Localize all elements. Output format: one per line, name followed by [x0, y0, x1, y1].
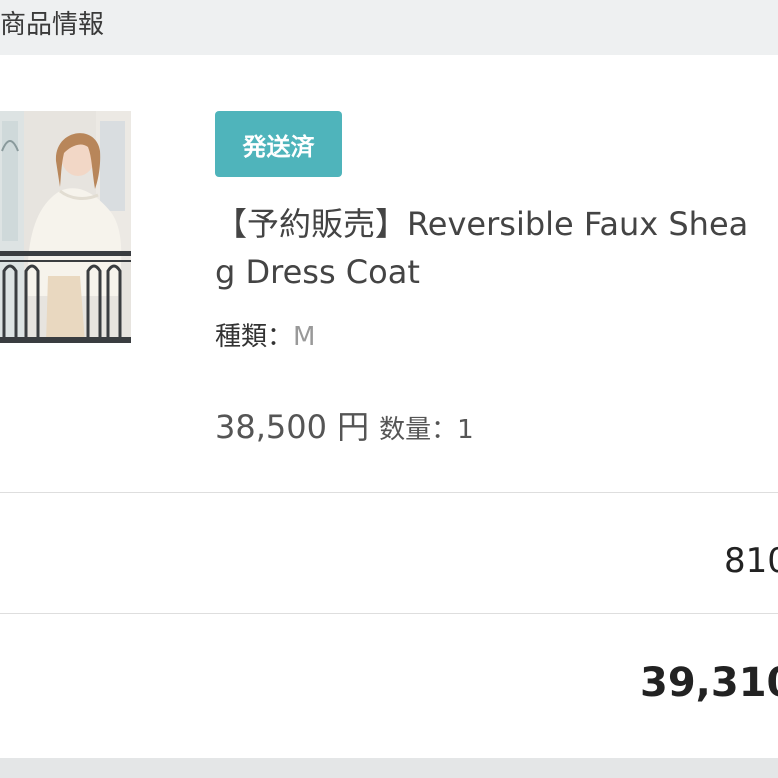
item-price: 38,500 円 [215, 408, 370, 446]
variant-label: 種類： [215, 322, 294, 352]
shipping-fee-value: 810 [724, 541, 778, 581]
bottom-band [0, 758, 778, 778]
section-title: 商品情報 [0, 10, 105, 40]
variant-value: M [293, 322, 316, 352]
divider [0, 613, 778, 614]
price-row: 38,500 円数量：1 [215, 402, 474, 448]
product-title-line-2[interactable]: g Dress Coat [215, 248, 778, 296]
divider [0, 492, 778, 493]
order-item-page: 商品情報 発送済 【予約販売】Reversible Faux Shea g Dr… [0, 0, 778, 778]
order-total-value: 39,310 [640, 660, 778, 706]
variant-row: 種類：M [215, 316, 315, 353]
product-title-line-1[interactable]: 【予約販売】Reversible Faux Shea [215, 200, 778, 248]
section-header: 商品情報 [0, 0, 778, 55]
product-thumbnail[interactable] [0, 111, 131, 343]
product-photo [0, 111, 131, 343]
item-quantity: 数量：1 [379, 415, 474, 445]
status-badge: 発送済 [215, 111, 342, 177]
product-title[interactable]: 【予約販売】Reversible Faux Shea g Dress Coat [215, 200, 778, 296]
